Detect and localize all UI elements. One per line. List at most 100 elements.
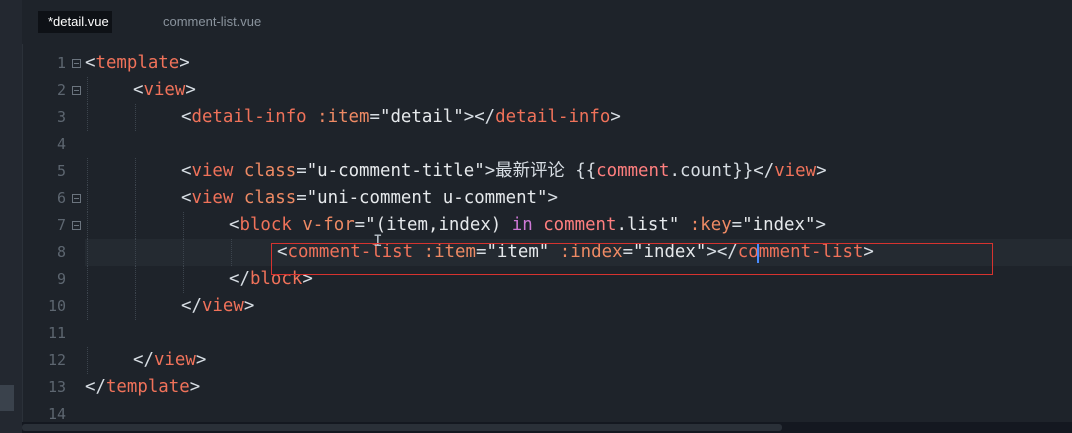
code-token: view (774, 161, 817, 181)
code-token: > (195, 350, 207, 370)
line-number: 10 (47, 297, 66, 315)
indent-guide (231, 239, 232, 266)
code-line[interactable]: <view> (133, 77, 196, 104)
code-token: class (233, 161, 297, 181)
code-token: "u-comment-title" (306, 161, 485, 181)
indent-guide (135, 293, 136, 320)
side-panel-strip (0, 0, 23, 433)
line-number: 8 (56, 243, 66, 261)
code-token: < (229, 215, 240, 235)
code-token: "detail" (379, 107, 464, 127)
tab-bar: *detail.vue comment-list.vue (22, 0, 1072, 44)
line-number: 4 (56, 135, 66, 153)
code-token: </ (133, 350, 154, 370)
code-token: "index" (742, 215, 816, 235)
indent-guide (135, 266, 136, 293)
code-line[interactable]: <block v-for="(item,index) in comment.li… (229, 212, 826, 239)
code-token: class (233, 188, 297, 208)
code-token: :key (679, 215, 732, 235)
code-token: = (354, 215, 366, 235)
indent-guide (87, 266, 88, 293)
line-number: 11 (47, 324, 66, 342)
indent-guide (87, 104, 88, 131)
tab-detail-vue[interactable]: *detail.vue (38, 11, 112, 33)
code-token: .list" (616, 215, 680, 235)
code-token: > (179, 53, 190, 73)
indent-guide (87, 77, 88, 104)
scrollbar-thumb[interactable] (22, 424, 782, 431)
code-editor-window: *detail.vue comment-list.vue 1 2 3 4 5 6 7 8 9 10… (0, 0, 1072, 433)
code-token: > (816, 161, 827, 181)
code-token: > (547, 188, 558, 208)
tab-comment-list-vue[interactable]: comment-list.vue (153, 11, 271, 33)
line-number: 1 (56, 54, 66, 72)
code-content[interactable]: <template> <view> <detail-info :item="deta… (85, 44, 1072, 422)
code-token: comment (543, 215, 617, 235)
code-token: view (201, 296, 244, 316)
indent-guide (135, 239, 136, 266)
code-token: view (153, 350, 196, 370)
indent-guide (135, 185, 136, 212)
code-token: :item (306, 107, 370, 127)
code-line[interactable]: </template> (85, 374, 200, 401)
code-token: < (181, 107, 192, 127)
indent-guide (183, 239, 184, 266)
code-token: "uni-comment u-comment" (306, 188, 548, 208)
code-token: = (369, 107, 380, 127)
code-token: < (85, 53, 96, 73)
code-line[interactable]: <template> (85, 50, 190, 77)
code-token: template (95, 53, 180, 73)
indent-guide (135, 212, 136, 239)
code-token: > (484, 161, 496, 181)
code-line[interactable]: <view class="uni-comment u-comment"> (181, 185, 558, 212)
indent-guide (87, 158, 88, 185)
line-number: 5 (56, 162, 66, 180)
indent-guide (87, 347, 88, 374)
indent-guide (183, 212, 184, 239)
indent-guide (87, 185, 88, 212)
code-token: ></ (463, 107, 496, 127)
side-panel-marker (0, 385, 14, 411)
line-number: 13 (47, 378, 66, 396)
code-token: </ (753, 161, 775, 181)
code-token: template (105, 377, 190, 397)
code-token: < (181, 188, 192, 208)
code-line[interactable]: </view> (133, 347, 206, 374)
fold-toggle-icon[interactable] (72, 194, 81, 203)
editor-area[interactable]: 1 2 3 4 5 6 7 8 9 10 11 12 13 14 <template> <view> <det… (22, 44, 1072, 423)
highlight-annotation-box (271, 243, 993, 275)
code-line[interactable]: <view class="u-comment-title">最新评论 {{com… (181, 158, 827, 185)
code-token: 最新评论 (495, 161, 565, 181)
code-line[interactable]: </view> (181, 293, 254, 320)
fold-toggle-icon[interactable] (72, 86, 81, 95)
code-token: {{ (564, 161, 597, 181)
line-number: 6 (56, 189, 66, 207)
code-token: > (243, 296, 255, 316)
indent-guide (87, 239, 88, 266)
indent-guide (183, 266, 184, 293)
line-number: 3 (56, 108, 66, 126)
code-token: = (296, 188, 307, 208)
code-token: in (511, 215, 533, 235)
horizontal-scrollbar[interactable] (22, 422, 1072, 433)
line-number: 7 (56, 216, 66, 234)
fold-toggle-icon[interactable] (72, 59, 81, 68)
code-token: view (191, 188, 234, 208)
code-token: > (185, 80, 196, 100)
code-line[interactable]: <detail-info :item="detail"></detail-inf… (181, 104, 621, 131)
code-token: detail-info (191, 107, 307, 127)
code-token: view (143, 80, 186, 100)
code-token: block (239, 215, 292, 235)
fold-toggle-icon[interactable] (72, 221, 81, 230)
code-token: < (133, 80, 144, 100)
code-token: = (731, 215, 743, 235)
line-number-gutter: 1 2 3 4 5 6 7 8 9 10 11 12 13 14 (22, 44, 82, 423)
indent-guide (135, 158, 136, 185)
indent-guide (87, 293, 88, 320)
code-token: .count}} (669, 161, 754, 181)
code-token: v-for (291, 215, 355, 235)
line-number: 2 (56, 81, 66, 99)
code-token: < (181, 161, 192, 181)
line-number: 12 (47, 351, 66, 369)
